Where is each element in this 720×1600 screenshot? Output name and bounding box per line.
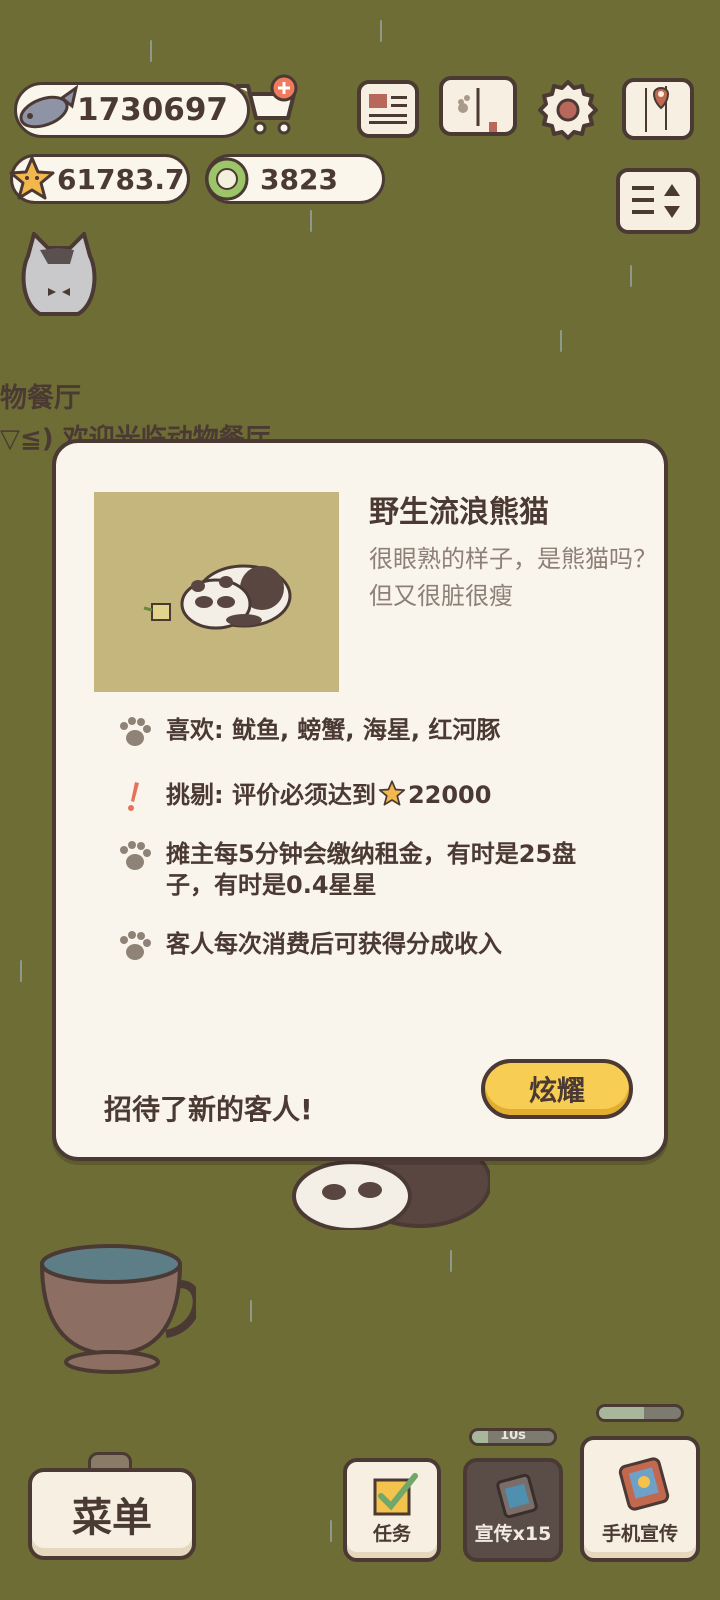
fish-icon <box>19 84 78 129</box>
gear-icon[interactable] <box>536 78 600 142</box>
sort-button[interactable] <box>616 168 700 234</box>
rain-drop <box>150 40 152 62</box>
trait-revenue-text: 客人每次消费后可获得分成收入 <box>166 930 502 958</box>
tasks-button[interactable]: 任务 <box>343 1458 441 1562</box>
trait-rent-text: 摊主每5分钟会缴纳租金，有时是25盘子，有时是0.4星星 <box>166 840 577 899</box>
menu-button[interactable]: 菜单 <box>28 1468 196 1560</box>
checklist-icon <box>373 1473 418 1516</box>
newspaper-button[interactable] <box>357 80 419 138</box>
paw-icon <box>120 931 151 960</box>
rain-drop <box>450 1250 452 1272</box>
restaurant-name: 物餐厅 <box>0 383 81 414</box>
customer-portrait <box>94 492 339 692</box>
promote-timer-text: 10s <box>500 1428 526 1443</box>
fish-count: 1730697 <box>77 92 228 128</box>
promote-label: 宣传x15 <box>474 1523 552 1545</box>
new-customer-dialog: 野生流浪熊猫 很眼熟的样子，是熊猫吗？但又很脏很瘦 喜欢: 鱿鱼, 螃蟹, 海星… <box>52 439 668 1161</box>
rain-drop <box>250 1300 252 1322</box>
shop-cart-icon[interactable] <box>232 74 300 138</box>
cat-avatar[interactable] <box>18 232 100 318</box>
panda-illustration <box>143 564 292 630</box>
trait-likes-text: 喜欢: 鱿鱼, 螃蟹, 海星, 红河豚 <box>166 716 501 744</box>
plate-icon <box>205 157 249 201</box>
show-off-button[interactable]: 炫耀 <box>481 1059 633 1119</box>
phone-promote-bar <box>596 1404 684 1422</box>
star-count: 61783.7 <box>57 162 185 196</box>
paw-icon <box>120 841 151 870</box>
trait-revenue-share: 客人每次消费后可获得分成收入 <box>114 929 626 963</box>
phone-promote-button[interactable]: 手机宣传 <box>580 1436 700 1562</box>
sort-icon <box>632 184 680 218</box>
phone-promote-icon <box>618 1457 670 1511</box>
star-icon <box>9 156 55 200</box>
book-icon <box>458 88 497 134</box>
flyer-icon <box>496 1473 538 1519</box>
rain-drop <box>20 960 22 982</box>
promote-timer-bar: 10s <box>469 1428 557 1446</box>
trait-rent: 摊主每5分钟会缴纳租金，有时是25盘子，有时是0.4星星 <box>114 839 596 901</box>
trait-likes: 喜欢: 鱿鱼, 螃蟹, 海星, 红河豚 <box>114 715 626 749</box>
teacup-icon <box>39 1244 196 1374</box>
map-icon <box>645 86 670 132</box>
plate-count: 3823 <box>260 162 338 196</box>
promote-button[interactable]: 宣传x15 <box>463 1458 563 1562</box>
new-customer-message: 招待了新的客人! <box>104 1093 313 1126</box>
map-button[interactable] <box>622 78 694 140</box>
star-icon <box>378 780 406 806</box>
exclamation-icon <box>128 782 139 811</box>
rain-drop <box>380 20 382 42</box>
trait-picky-text: 挑剔: 评价必须达到 22000 <box>166 779 626 811</box>
tasks-label: 任务 <box>372 1523 411 1545</box>
recipe-book-button[interactable] <box>439 76 517 136</box>
customer-description: 很眼熟的样子，是熊猫吗？但又很脏很瘦 <box>369 545 657 610</box>
trait-picky-prefix: 挑剔: 评价必须达到 <box>166 781 376 809</box>
paw-icon <box>120 717 151 746</box>
rain-drop <box>310 210 312 232</box>
trait-picky-value: 22000 <box>407 781 492 809</box>
phone-promote-label: 手机宣传 <box>601 1523 678 1545</box>
rain-drop <box>330 1520 332 1542</box>
customer-name: 野生流浪熊猫 <box>369 495 549 530</box>
rain-drop <box>560 330 562 352</box>
rain-drop <box>630 265 632 287</box>
trait-picky: 挑剔: 评价必须达到 22000 <box>114 779 626 813</box>
newspaper-icon <box>369 94 407 124</box>
